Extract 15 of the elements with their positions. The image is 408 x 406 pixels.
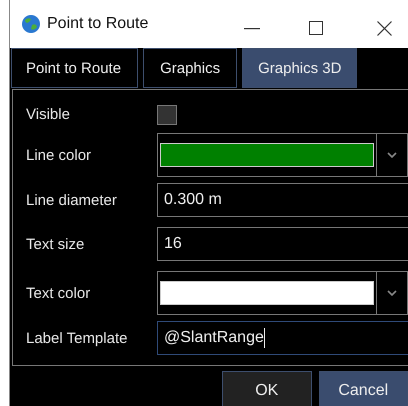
window-title: Point to Route	[47, 15, 148, 33]
input-field[interactable]: 0.300 m	[157, 183, 408, 217]
cancel-button[interactable]: Cancel	[318, 371, 408, 406]
field-label: Text color	[26, 284, 92, 302]
field-label: Line diameter	[26, 192, 118, 208]
field-label: Line color	[26, 146, 92, 164]
tab[interactable]: Graphics	[143, 48, 238, 88]
field-label: Label Template	[26, 330, 128, 346]
tab[interactable]: Point to Route	[11, 48, 138, 88]
ok-button[interactable]: OK	[222, 371, 312, 406]
field-label: Visible	[26, 106, 71, 123]
tab[interactable]: Graphics 3D	[242, 48, 358, 88]
input-field[interactable]: @SlantRange	[157, 321, 408, 355]
input-field[interactable]: 16	[157, 227, 408, 261]
field-label: Text size	[26, 236, 86, 252]
